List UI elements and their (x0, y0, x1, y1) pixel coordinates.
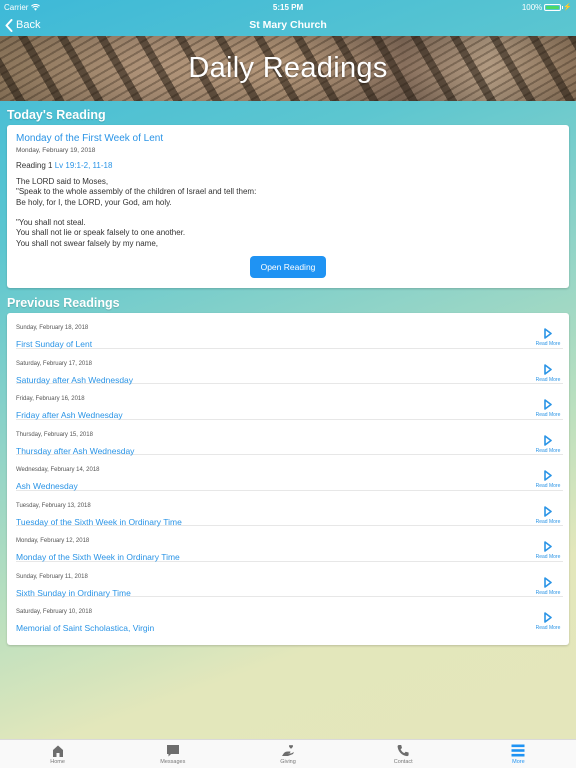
read-more-button[interactable]: Read More (534, 399, 562, 418)
banner-title: Daily Readings (188, 52, 388, 84)
tab-label: Home (50, 759, 65, 765)
tab-giving[interactable]: Giving (230, 740, 345, 768)
reading-date: Saturday, February 17, 2018 (16, 360, 92, 367)
reading-date: Sunday, February 18, 2018 (16, 325, 89, 331)
read-more-label: Read More (535, 483, 561, 489)
play-arrow-icon (544, 328, 552, 339)
carrier-indicator: Carrier (4, 2, 41, 12)
read-more-button[interactable]: Read More (534, 328, 562, 347)
tab-label: Contact (393, 759, 413, 765)
read-more-label: Read More (535, 625, 561, 631)
reading-date: Monday, February 12, 2018 (16, 538, 90, 544)
tab-home[interactable]: Home (0, 740, 115, 768)
reading-title[interactable]: Thursday after Ash Wednesday (16, 446, 134, 456)
navigation-bar: Back St Mary Church (0, 14, 576, 36)
read-more-button[interactable]: Read More (534, 434, 562, 454)
read-more-label: Read More (535, 518, 561, 525)
read-more-button[interactable]: Read More (534, 363, 562, 383)
tab-label: Giving (280, 759, 296, 765)
tab-label: More (512, 759, 525, 765)
reading-title[interactable]: Ash Wednesday (16, 481, 78, 491)
reading-list-item[interactable]: Thursday, February 15, 2018 Thursday afte… (16, 420, 563, 456)
reading-title[interactable]: Sixth Sunday in Ordinary Time (16, 588, 131, 598)
read-more-button[interactable]: Read More (534, 612, 562, 631)
read-more-button[interactable]: Read More (534, 576, 562, 596)
reading-date: Saturday, February 10, 2018 (16, 609, 92, 615)
home-icon (52, 745, 63, 757)
page-title: St Mary Church (249, 19, 327, 31)
open-reading-button[interactable]: Open Reading (250, 256, 326, 278)
previous-readings-heading: Previous Readings (7, 296, 120, 310)
reading-title[interactable]: Saturday after Ash Wednesday (16, 375, 133, 385)
read-more-label: Read More (535, 376, 561, 383)
chevron-left-icon (5, 18, 13, 32)
play-arrow-icon (544, 541, 552, 552)
reading-date: Wednesday, February 14, 2018 (16, 467, 100, 473)
reading-title[interactable]: Memorial of Saint Scholastica, Virgin (16, 623, 154, 633)
play-arrow-icon (544, 612, 552, 623)
play-arrow-icon (544, 434, 552, 446)
reading-list-item[interactable]: Sunday, February 18, 2018 First Sunday of… (16, 313, 563, 349)
battery-icon (544, 3, 564, 11)
battery-indicator: 100% ⚡ (522, 3, 572, 12)
reading-excerpt: The LORD said to Moses, "Speak to the wh… (16, 177, 257, 248)
tab-label: Messages (160, 759, 186, 765)
reading-list-item[interactable]: Sunday, February 11, 2018 Sixth Sunday in… (16, 562, 563, 598)
read-more-button[interactable]: Read More (534, 505, 562, 525)
todays-reading-title[interactable]: Monday of the First Week of Lent (16, 133, 560, 144)
previous-readings-list: Sunday, February 18, 2018 First Sunday of… (7, 313, 569, 645)
todays-reading-heading: Today's Reading (7, 108, 106, 122)
play-arrow-icon (544, 505, 552, 517)
read-more-label: Read More (535, 589, 561, 596)
read-more-label: Read More (535, 554, 561, 560)
tab-messages[interactable]: Messages (115, 740, 230, 768)
battery-percent: 100% (521, 2, 543, 12)
charging-icon: ⚡ (563, 4, 572, 11)
reading-date: Friday, February 16, 2018 (16, 396, 85, 402)
reading-reference-line: Reading 1 Lv 19:1-2, 11-18 (16, 161, 560, 170)
todays-reading-card: Monday of the First Week of Lent Monday,… (7, 125, 569, 288)
reading-list-item[interactable]: Monday, February 12, 2018 Monday of the S… (16, 526, 563, 562)
reading-title[interactable]: Friday after Ash Wednesday (16, 410, 123, 420)
wifi-icon (31, 3, 41, 11)
back-button[interactable]: Back (0, 18, 41, 32)
read-more-button[interactable]: Read More (534, 541, 562, 560)
reading-list-item[interactable]: Tuesday, February 13, 2018 Tuesday of the… (16, 491, 563, 527)
tab-more[interactable]: More (461, 740, 576, 768)
play-arrow-icon (544, 576, 552, 588)
message-icon (166, 745, 179, 757)
reading-date: Sunday, February 11, 2018 (16, 573, 88, 580)
play-arrow-icon (544, 363, 552, 375)
back-label: Back (16, 19, 41, 31)
read-more-button[interactable]: Read More (534, 470, 562, 489)
reading-date: Tuesday, February 13, 2018 (16, 502, 91, 509)
reading-date: Thursday, February 15, 2018 (16, 431, 93, 438)
reading-list-item[interactable]: Saturday, February 10, 2018 Memorial of S… (16, 597, 563, 633)
header-banner: Daily Readings (0, 36, 576, 101)
reading-title[interactable]: Monday of the Sixth Week in Ordinary Tim… (16, 552, 180, 562)
play-arrow-icon (544, 470, 552, 481)
clock: 5:15 PM (272, 2, 304, 12)
carrier-label: Carrier (4, 2, 29, 12)
phone-icon (397, 745, 409, 757)
read-more-label: Read More (535, 412, 561, 418)
giving-hand-icon (282, 745, 294, 756)
reading-list-item[interactable]: Saturday, February 17, 2018 Saturday afte… (16, 349, 563, 385)
tab-bar: Home Messages Giving Contact More (0, 739, 576, 768)
tab-contact[interactable]: Contact (346, 740, 461, 768)
reading-list-item[interactable]: Friday, February 16, 2018 Friday after As… (16, 384, 563, 420)
status-bar: Carrier 5:15 PM 100% ⚡ (0, 0, 576, 14)
reading-list-item[interactable]: Wednesday, February 14, 2018 Ash Wednesda… (16, 455, 563, 491)
read-more-label: Read More (535, 447, 561, 454)
read-more-label: Read More (535, 341, 561, 347)
menu-icon (511, 744, 525, 757)
reading-title[interactable]: Tuesday of the Sixth Week in Ordinary Ti… (16, 517, 182, 527)
play-arrow-icon (544, 399, 552, 410)
reading-label: Reading 1 (16, 161, 53, 170)
todays-reading-date: Monday, February 19, 2018 (16, 147, 96, 154)
reading-title[interactable]: First Sunday of Lent (16, 339, 92, 349)
reading-reference-link[interactable]: Lv 19:1-2, 11-18 (55, 161, 113, 170)
